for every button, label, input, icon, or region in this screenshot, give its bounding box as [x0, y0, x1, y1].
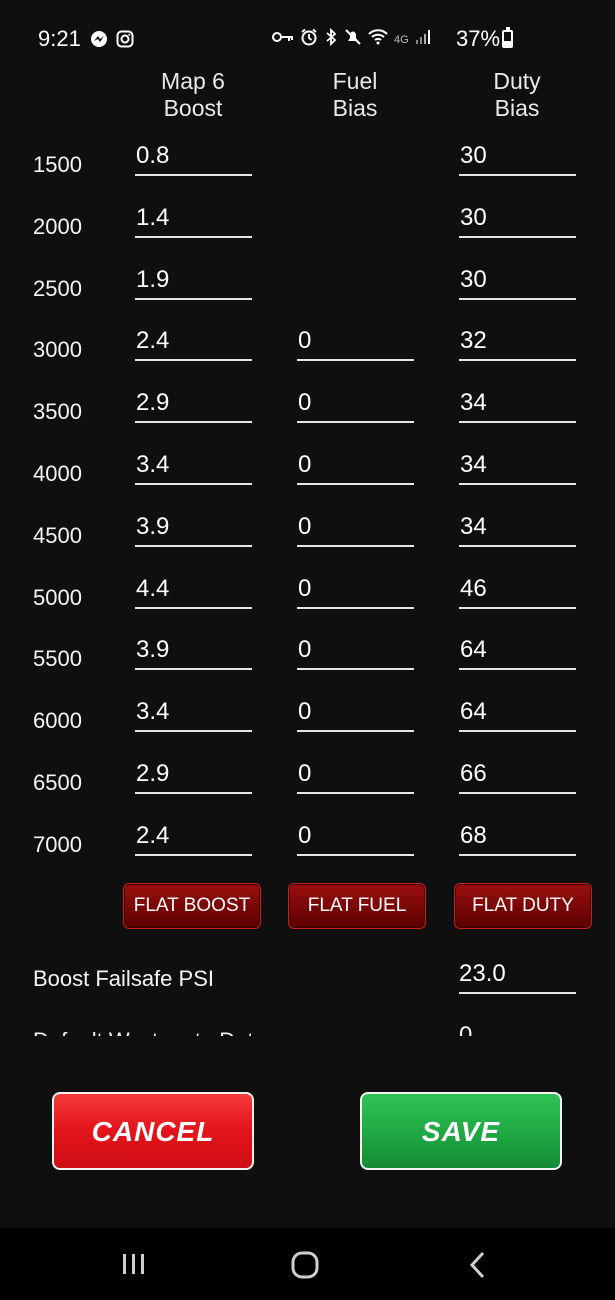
recents-icon[interactable]	[120, 1250, 148, 1283]
cutoff-row: Default Wastegate Duty 0	[0, 1018, 615, 1036]
rpm-label: 4500	[33, 522, 82, 548]
rpm-label: 2500	[33, 275, 82, 301]
duty-bias-input[interactable]: 30	[459, 262, 576, 300]
boost-input[interactable]: 0.8	[135, 138, 252, 176]
key-icon	[272, 30, 294, 49]
fuel-bias-input[interactable]: 0	[297, 385, 414, 424]
duty-bias-input[interactable]: 64	[459, 632, 576, 671]
header-duty-line2: Bias	[494, 95, 540, 121]
boost-input[interactable]: 2.9	[135, 385, 252, 424]
header-fuel-line1: Fuel	[332, 68, 378, 94]
status-time: 9:21	[38, 26, 81, 51]
table-row: 2500 1.9 30	[0, 262, 615, 324]
boost-input[interactable]: 1.4	[135, 200, 252, 238]
table-row: 3500 2.9 0 34	[0, 385, 615, 447]
boost-input[interactable]: 4.4	[135, 571, 252, 609]
rpm-label: 6500	[33, 769, 82, 795]
duty-bias-input[interactable]: 64	[459, 694, 576, 733]
table-row: 7000 2.4 0 68	[0, 818, 615, 880]
instagram-icon	[116, 30, 134, 53]
rpm-label: 3500	[33, 399, 82, 425]
wifi-icon	[368, 28, 388, 51]
header-boost-line1: Map 6	[161, 68, 225, 94]
header-fuel: Fuel Bias	[285, 68, 425, 122]
battery-percent: 37%	[456, 26, 501, 51]
table-row: 5000 4.4 0 46	[0, 571, 615, 633]
boost-input[interactable]: 3.9	[135, 509, 252, 547]
alarm-icon	[300, 28, 318, 51]
boost-input[interactable]: 3.4	[135, 694, 252, 733]
rpm-label: 3000	[33, 337, 82, 363]
flat-boost-button[interactable]: FLAT BOOST	[123, 883, 261, 929]
back-icon[interactable]	[466, 1250, 490, 1285]
duty-bias-input[interactable]: 66	[459, 756, 576, 794]
table-row: 5500 3.9 0 64	[0, 632, 615, 694]
boost-input[interactable]: 1.9	[135, 262, 252, 300]
duty-bias-input[interactable]: 30	[459, 200, 576, 238]
fuel-bias-input[interactable]: 0	[297, 509, 414, 547]
table-header: Map 6 Boost Fuel Bias Duty Bias	[0, 68, 615, 128]
save-button[interactable]: SAVE	[360, 1092, 562, 1170]
rpm-label: 5500	[33, 646, 82, 672]
header-duty-line1: Duty	[493, 68, 541, 94]
cutoff-input[interactable]: 0	[459, 1022, 472, 1036]
boost-input[interactable]: 2.9	[135, 756, 252, 794]
fuel-bias-input[interactable]: 0	[297, 694, 414, 733]
mute-icon	[344, 28, 362, 51]
duty-bias-input[interactable]: 34	[459, 385, 576, 424]
duty-bias-input[interactable]: 32	[459, 323, 576, 362]
rpm-label: 5000	[33, 584, 82, 610]
bluetooth-icon	[324, 27, 338, 51]
fuel-bias-input[interactable]: 0	[297, 756, 414, 794]
fuel-bias-input[interactable]: 0	[297, 818, 414, 856]
messenger-icon	[90, 30, 108, 53]
fuel-bias-input[interactable]: 0	[297, 447, 414, 485]
header-boost: Map 6 Boost	[123, 68, 263, 122]
flat-duty-button[interactable]: FLAT DUTY	[454, 883, 592, 929]
network-label: 4G	[394, 33, 409, 46]
battery-fill	[504, 40, 511, 46]
duty-bias-input[interactable]: 68	[459, 818, 576, 856]
navigation-bar	[0, 1228, 615, 1300]
failsafe-label: Boost Failsafe PSI	[33, 966, 214, 991]
table-row: 6000 3.4 0 64	[0, 694, 615, 756]
rpm-label: 2000	[33, 213, 82, 239]
duty-bias-input[interactable]: 34	[459, 509, 576, 547]
cancel-button[interactable]: CANCEL	[52, 1092, 254, 1170]
table-row: 6500 2.9 0 66	[0, 756, 615, 818]
header-fuel-line2: Bias	[332, 95, 378, 121]
battery-icon	[502, 27, 513, 48]
fuel-bias-input[interactable]: 0	[297, 323, 414, 362]
home-icon[interactable]	[290, 1250, 320, 1285]
rpm-label: 6000	[33, 708, 82, 734]
table-row: 2000 1.4 30	[0, 200, 615, 262]
status-right-icons: 4G	[272, 27, 431, 51]
map-table: 1500 0.8 30 2000 1.4 30 2500 1.9 30 3000 2.4 0 32 350…	[0, 138, 615, 880]
boost-input[interactable]: 3.9	[135, 632, 252, 671]
header-boost-line2: Boost	[163, 95, 223, 121]
rpm-label: 4000	[33, 460, 82, 486]
cutoff-label: Default Wastegate Duty	[33, 1028, 265, 1036]
duty-bias-input[interactable]: 46	[459, 571, 576, 609]
duty-bias-input[interactable]: 30	[459, 138, 576, 176]
duty-bias-input[interactable]: 34	[459, 447, 576, 485]
signal-icon	[415, 29, 431, 50]
status-bar: 9:21 4G 37%	[0, 0, 615, 60]
fuel-bias-input[interactable]: 0	[297, 632, 414, 671]
boost-input[interactable]: 2.4	[135, 323, 252, 362]
rpm-label: 1500	[33, 152, 82, 177]
table-row: 3000 2.4 0 32	[0, 323, 615, 385]
rpm-label: 7000	[33, 831, 82, 857]
table-row: 4000 3.4 0 34	[0, 447, 615, 509]
flat-fuel-button[interactable]: FLAT FUEL	[288, 883, 426, 929]
table-row: 4500 3.9 0 34	[0, 509, 615, 571]
boost-input[interactable]: 2.4	[135, 818, 252, 856]
header-duty: Duty Bias	[447, 68, 587, 122]
failsafe-input[interactable]: 23.0	[459, 956, 576, 994]
boost-input[interactable]: 3.4	[135, 447, 252, 485]
fuel-bias-input[interactable]: 0	[297, 571, 414, 609]
table-row: 1500 0.8 30	[0, 138, 615, 200]
status-left-icons	[90, 30, 134, 53]
